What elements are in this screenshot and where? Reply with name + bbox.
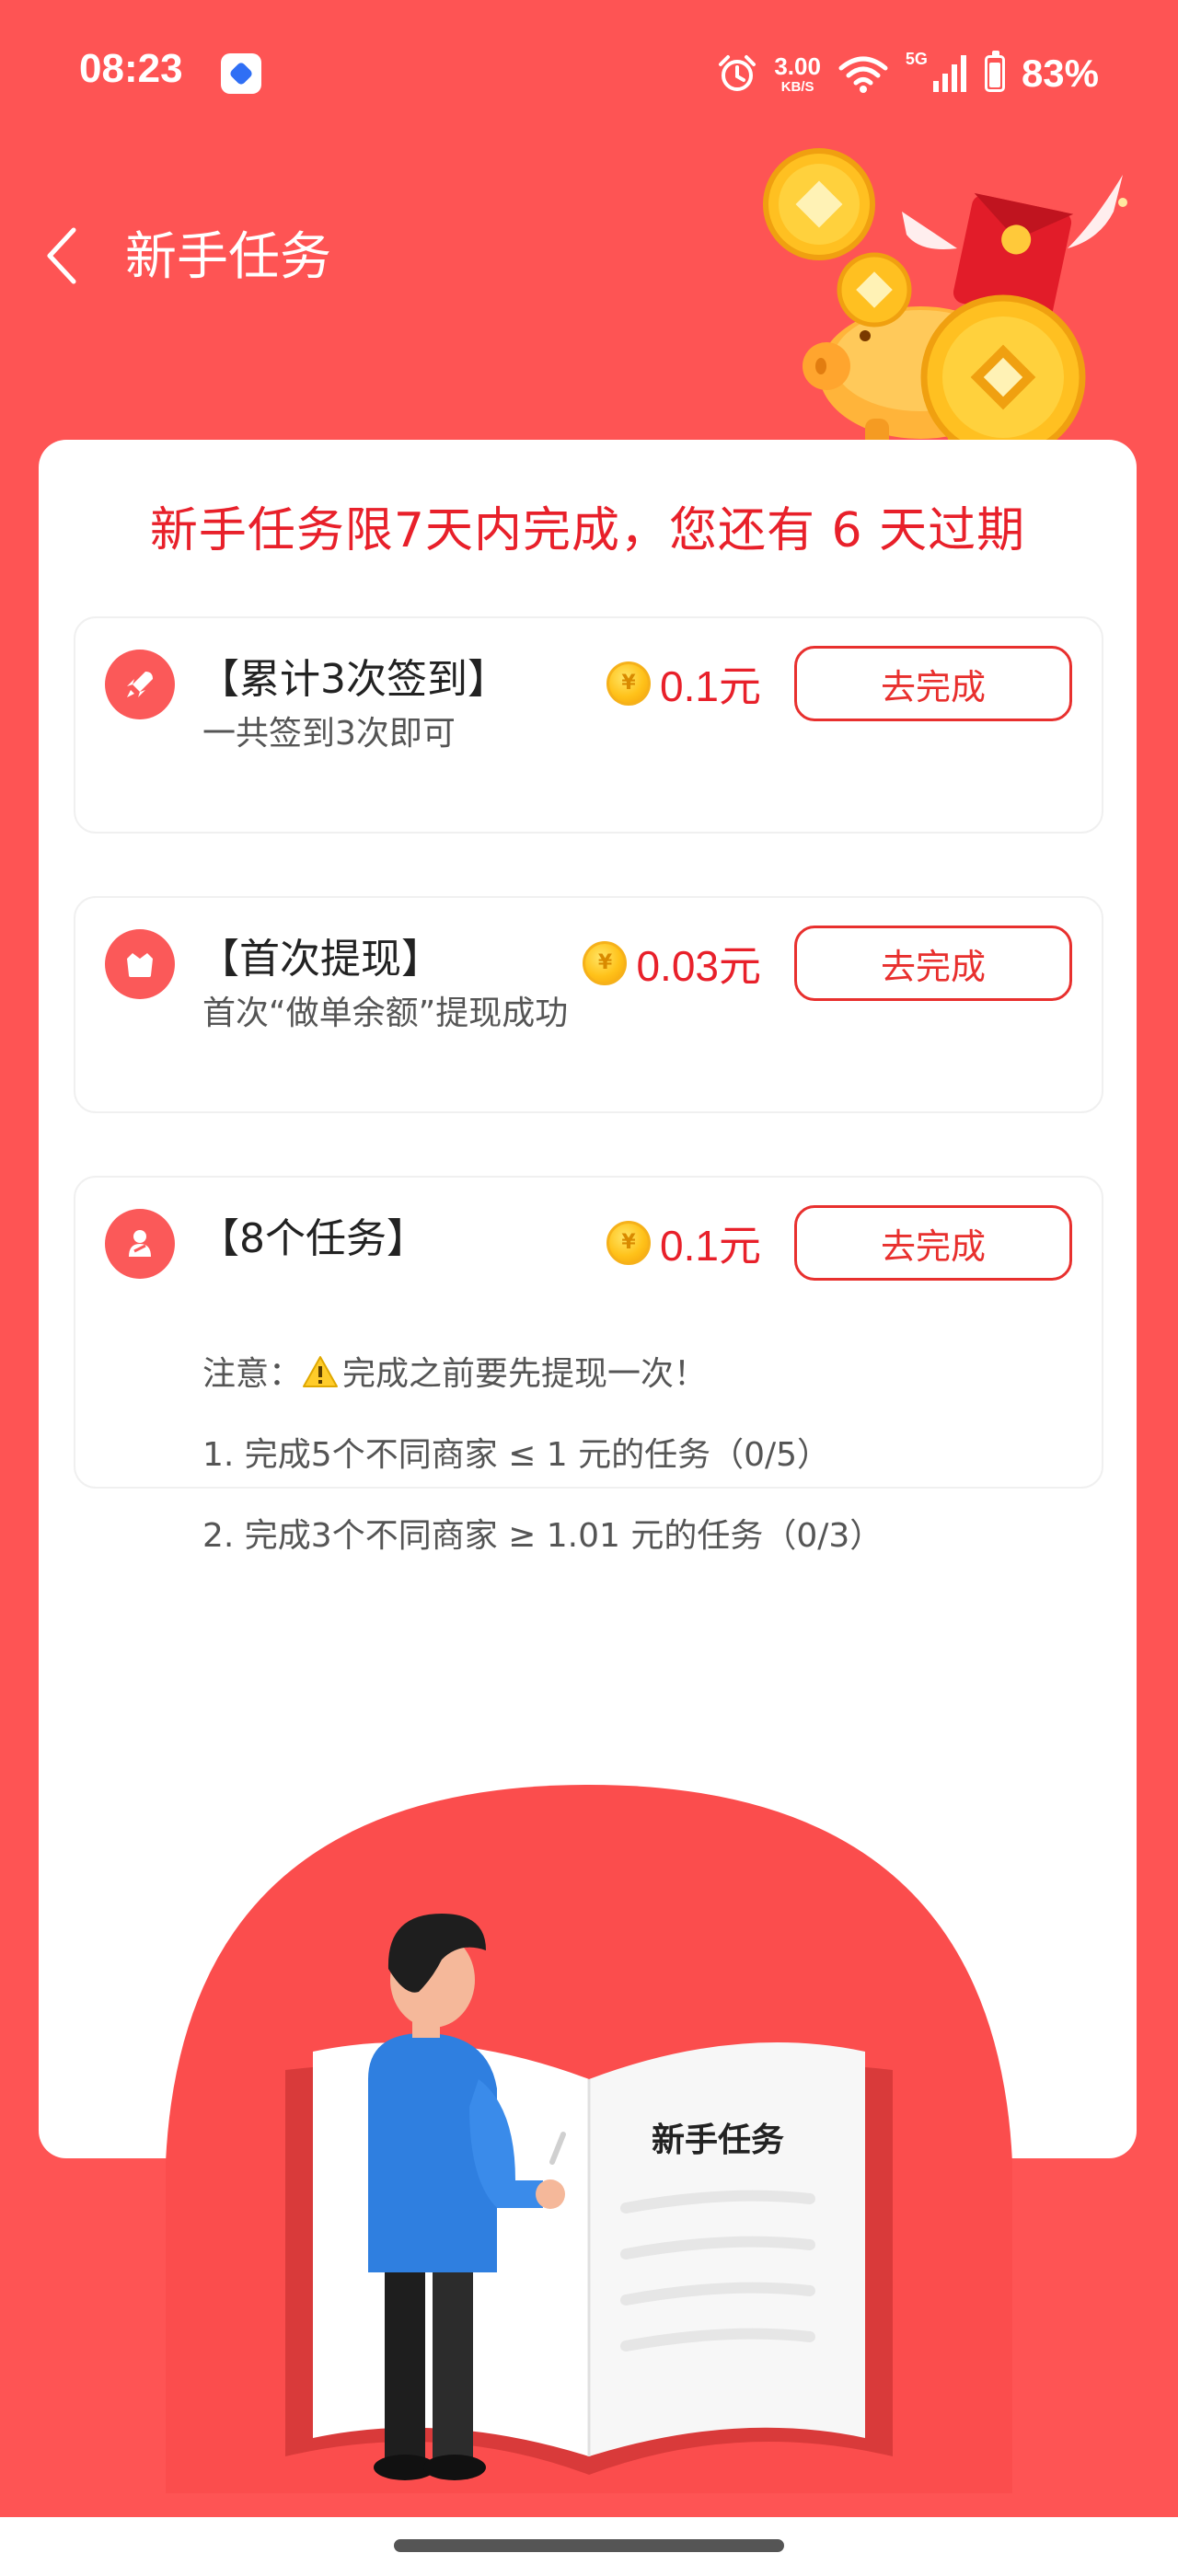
task-description: 首次“做单余额”提现成功 [202, 995, 569, 1032]
task-item: 【首次提现】 首次“做单余额”提现成功 0.03元 去完成 [74, 896, 1103, 1113]
complete-task-button[interactable]: 去完成 [794, 926, 1072, 1001]
reward-amount: 0.03元 [636, 942, 761, 990]
note-prefix: 注意： [202, 1355, 303, 1393]
home-indicator[interactable] [394, 2539, 784, 2552]
task-item: 【8个任务】 注意： 完成之前要先提现一次！ 1. 完成5个不同商家 ≤ 1 元的… [74, 1176, 1103, 1555]
page-title: 新手任务 [125, 227, 331, 287]
book-title: 新手任务 [652, 2122, 784, 2159]
reward-amount: 0.1元 [660, 1222, 761, 1270]
piggy-bank-coins-illustration [763, 148, 1127, 460]
complete-task-button[interactable]: 去完成 [794, 646, 1072, 721]
deadline-notice: 新手任务限7天内完成，您还有 6 天过期 [149, 503, 1026, 558]
alarm-icon [719, 55, 756, 91]
note-text: 完成之前要先提现一次！ [342, 1355, 708, 1393]
coin-icon [606, 661, 652, 706]
speed-unit: KB/S [780, 78, 814, 95]
reward: 0.1元 [606, 1213, 761, 1273]
speed-value: 3.00 [774, 52, 821, 80]
rocket-icon [105, 650, 175, 719]
app-notification-icon [221, 53, 261, 94]
task-description: 一共签到3次即可 [202, 715, 456, 753]
wallet-icon [105, 929, 175, 999]
reading-person-illustration: 新手任务 [166, 1785, 1012, 2493]
task-icon [105, 1209, 175, 1279]
task-requirement: 1. 完成5个不同商家 ≤ 1 元的任务（0/5） [202, 1436, 831, 1474]
task-item: 【累计3次签到】 一共签到3次即可 0.1元 去完成 [74, 616, 1103, 834]
task-note: 注意： 完成之前要先提现一次！ [202, 1314, 883, 1395]
task-title: 【8个任务】 [199, 1215, 427, 1262]
status-time: 08:23 [79, 46, 183, 91]
battery-icon [984, 51, 1005, 92]
task-description: 注意： 完成之前要先提现一次！ 1. 完成5个不同商家 ≤ 1 元的任务（0/5）… [202, 1273, 883, 1597]
task-title: 【首次提现】 [199, 936, 442, 983]
task-requirement: 2. 完成3个不同商家 ≥ 1.01 元的任务（0/3） [202, 1517, 884, 1555]
reward-amount: 0.1元 [660, 662, 761, 710]
back-arrow-icon[interactable] [37, 217, 92, 294]
coin-icon [583, 941, 628, 985]
reward: 0.03元 [583, 933, 761, 994]
task-title: 【累计3次签到】 [199, 656, 508, 703]
status-icons: 3.00 KB/S 5G 83% [717, 46, 1099, 101]
status-bar: 08:23 3.00 KB/S 5G 83% [0, 0, 1178, 147]
battery-percent: 83% [1021, 52, 1099, 95]
coin-icon [606, 1221, 652, 1265]
complete-task-button[interactable]: 去完成 [794, 1205, 1072, 1281]
reward: 0.1元 [606, 653, 761, 714]
signal-icon [932, 55, 966, 92]
warning-icon [303, 1356, 339, 1387]
network-type: 5G [905, 50, 928, 68]
network-speed: 3.00 KB/S [774, 54, 821, 94]
wifi-icon [838, 56, 888, 93]
